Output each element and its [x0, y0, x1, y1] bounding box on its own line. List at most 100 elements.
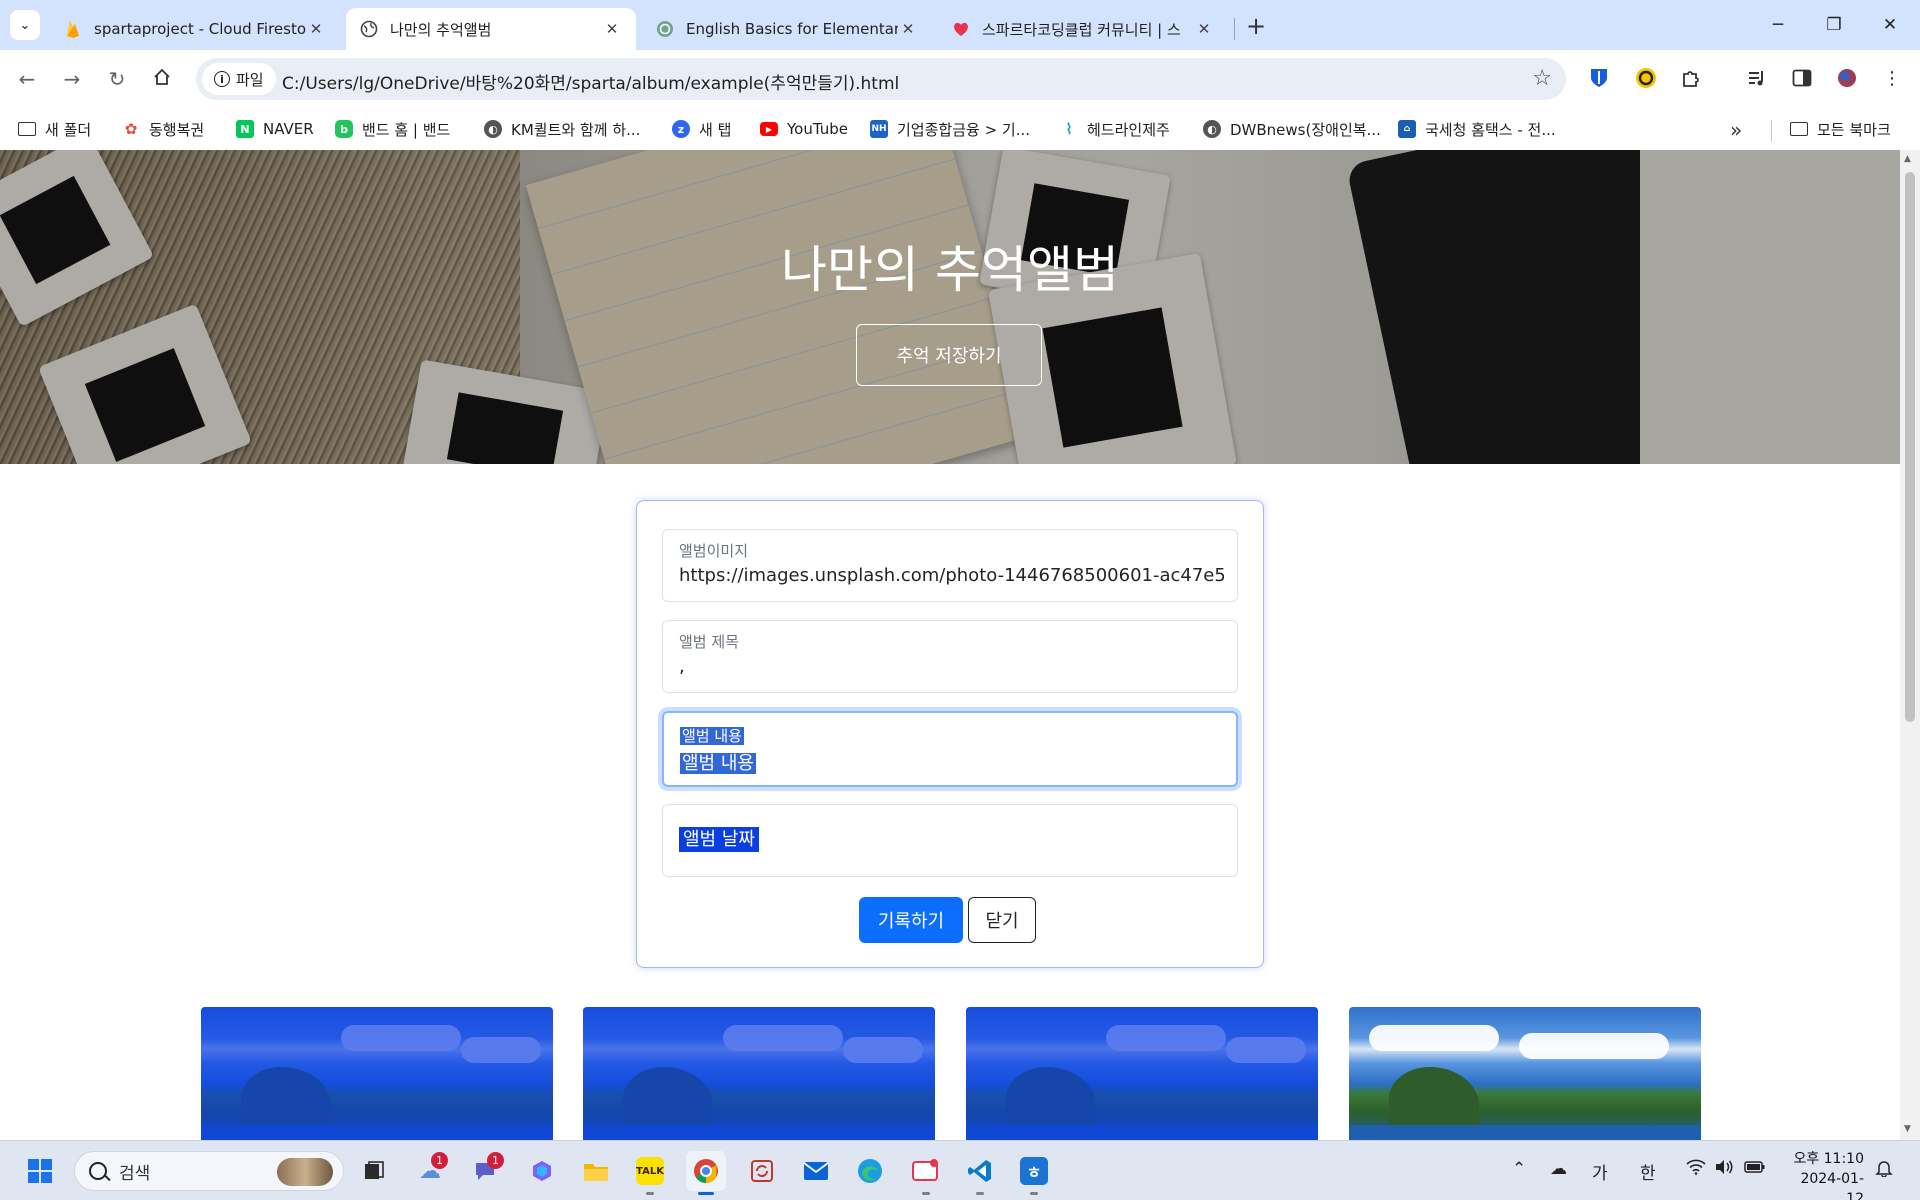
scroll-down-icon[interactable]: ▼ [1904, 1124, 1911, 1134]
file-explorer-button[interactable] [576, 1151, 616, 1191]
new-tab-button[interactable]: + [1240, 10, 1272, 42]
bitwarden-icon[interactable] [1585, 64, 1613, 92]
heart-icon [952, 20, 970, 38]
start-button[interactable] [20, 1151, 60, 1191]
album-date-input-wrap[interactable]: 앨범 날짜 [679, 825, 1224, 852]
tab-album[interactable]: 나만의 추억앨범 ✕ [346, 8, 636, 50]
album-image-input[interactable]: https://images.unsplash.com/photo-144676… [679, 565, 1224, 586]
kakaotalk-icon: TALK [636, 1157, 664, 1185]
bookmark-item[interactable]: z 새 탭 [672, 116, 731, 142]
bookmark-item[interactable]: N NAVER [236, 116, 314, 142]
album-content-input[interactable]: 앨범 내용 [680, 753, 756, 774]
album-card[interactable] [201, 1007, 553, 1140]
bookmark-label: NAVER [263, 120, 314, 138]
side-panel-icon[interactable] [1788, 64, 1816, 92]
ime-indicator[interactable]: 한 [1640, 1159, 1656, 1184]
album-date-field[interactable]: 앨범 날짜 [662, 804, 1238, 877]
close-form-button[interactable]: 닫기 [968, 897, 1036, 943]
notification-badge: 1 [487, 1152, 504, 1169]
profile-avatar[interactable] [1833, 64, 1861, 92]
album-card[interactable] [583, 1007, 935, 1140]
bookmark-item[interactable]: 새 폴더 [18, 116, 91, 142]
copilot-button[interactable] [522, 1151, 562, 1191]
back-button[interactable]: ← [10, 62, 44, 96]
chrome-button[interactable] [686, 1151, 726, 1195]
close-icon[interactable]: ✕ [1194, 19, 1214, 39]
bookmark-item[interactable]: ✿ 동행복권 [122, 116, 205, 142]
task-view-button[interactable] [354, 1151, 394, 1191]
sparta-app-button[interactable] [906, 1151, 946, 1195]
all-bookmarks-folder[interactable]: 모든 북마크 [1790, 116, 1891, 142]
site-info-chip[interactable]: i 파일 [202, 63, 276, 95]
bookmark-item[interactable]: NH 기업종합금융 > 기... [870, 116, 1030, 142]
tab-firestore[interactable]: spartaproject - Cloud Firestore ✕ [50, 8, 340, 50]
selection-tint [966, 1007, 1318, 1140]
onedrive-icon[interactable]: ☁ [1550, 1159, 1567, 1179]
close-icon[interactable]: ✕ [306, 19, 326, 39]
plus-icon: + [1245, 12, 1267, 40]
more-bookmarks-icon[interactable]: » [1730, 118, 1742, 142]
wifi-icon[interactable] [1686, 1159, 1706, 1180]
reload-button[interactable]: ↻ [100, 62, 134, 96]
album-title-field[interactable]: 앨범 제목 , [662, 620, 1238, 693]
hangul-icon: ㅎ [1020, 1157, 1048, 1185]
album-date-input[interactable]: 앨범 날짜 [679, 827, 759, 852]
forward-button[interactable]: → [55, 62, 89, 96]
page-scrollbar[interactable]: ▲ ▼ [1900, 150, 1920, 1140]
album-title-input[interactable]: , [679, 656, 1224, 677]
restore-button[interactable]: ❐ [1806, 0, 1862, 50]
vscode-button[interactable] [960, 1151, 1000, 1195]
notification-bell-icon[interactable] [1875, 1159, 1893, 1182]
bookmark-item[interactable]: ⌂ 국세청 홈택스 - 전... [1398, 116, 1556, 142]
bookmark-item[interactable]: b 밴드 홈 | 밴드 [335, 116, 450, 142]
tab-search-button[interactable]: ⌄ [10, 10, 40, 40]
submit-record-button[interactable]: 기록하기 [859, 897, 963, 943]
taskbar-search[interactable]: 검색 [74, 1151, 344, 1191]
album-content-input-wrap[interactable]: 앨범 내용 [680, 749, 1225, 775]
close-icon[interactable]: ✕ [602, 19, 622, 39]
bookmark-item[interactable]: ⌇ 헤드라인제주 [1060, 116, 1169, 142]
scrollbar-thumb[interactable] [1905, 172, 1915, 722]
bookmark-label: 국세청 홈택스 - 전... [1425, 120, 1556, 139]
save-memory-button[interactable]: 추억 저장하기 [856, 324, 1042, 386]
home-icon [153, 67, 171, 91]
volume-icon[interactable] [1714, 1159, 1734, 1180]
address-bar[interactable]: i 파일 C:/Users/lg/OneDrive/바탕%20화면/sparta… [196, 58, 1566, 100]
minimize-button[interactable]: ─ [1750, 0, 1806, 50]
sync-app-button[interactable] [742, 1151, 782, 1191]
bookmark-item[interactable]: ◐ KM퀼트와 함께 하... [484, 116, 640, 142]
menu-kebab-icon[interactable]: ⋮ [1878, 64, 1906, 92]
bookmark-item[interactable]: ◐ DWBnews(장애인복... [1203, 116, 1381, 142]
bookmark-item[interactable]: ▶ YouTube [760, 116, 848, 142]
hangul-app-button[interactable]: ㅎ [1014, 1151, 1054, 1195]
album-card-image [1349, 1007, 1701, 1140]
bookmark-star-icon[interactable]: ☆ [1532, 66, 1552, 91]
tab-title: 스파르타코딩클럽 커뮤니티 | 스 [982, 20, 1181, 39]
show-hidden-icons-button[interactable]: ⌃ [1512, 1159, 1526, 1179]
input-mode-indicator[interactable]: 가 [1592, 1159, 1608, 1184]
mail-button[interactable] [796, 1151, 836, 1191]
battery-icon[interactable] [1744, 1159, 1766, 1179]
teams-chat-button[interactable]: 1 [466, 1151, 506, 1191]
close-icon[interactable]: ✕ [898, 19, 918, 39]
album-content-field[interactable]: 앨범 내용 앨범 내용 [662, 711, 1238, 787]
media-control-icon[interactable] [1743, 64, 1771, 92]
bookmark-label: 기업종합금융 > 기... [897, 120, 1031, 139]
album-card[interactable] [1349, 1007, 1701, 1140]
extension-headphone-icon[interactable] [1632, 64, 1660, 92]
scroll-up-icon[interactable]: ▲ [1904, 154, 1911, 164]
kakaotalk-button[interactable]: TALK [630, 1151, 670, 1195]
home-button[interactable] [145, 62, 179, 96]
edge-icon [858, 1159, 882, 1183]
chrome-icon [694, 1159, 718, 1183]
album-card[interactable] [966, 1007, 1318, 1140]
tab-chatgpt[interactable]: English Basics for Elementary ✕ [642, 8, 932, 50]
extensions-puzzle-icon[interactable] [1677, 64, 1705, 92]
url-text[interactable]: C:/Users/lg/OneDrive/바탕%20화면/sparta/albu… [282, 69, 899, 94]
edge-button[interactable] [850, 1151, 890, 1191]
weather-widget[interactable]: ☁ 1 [410, 1151, 450, 1191]
album-image-field[interactable]: 앨범이미지 https://images.unsplash.com/photo-… [662, 529, 1238, 602]
tab-sparta-community[interactable]: 스파르타코딩클럽 커뮤니티 | 스 ✕ [938, 8, 1228, 50]
close-window-button[interactable]: ✕ [1862, 0, 1918, 50]
system-clock[interactable]: 오후 11:10 2024-01-12 [1784, 1149, 1864, 1200]
